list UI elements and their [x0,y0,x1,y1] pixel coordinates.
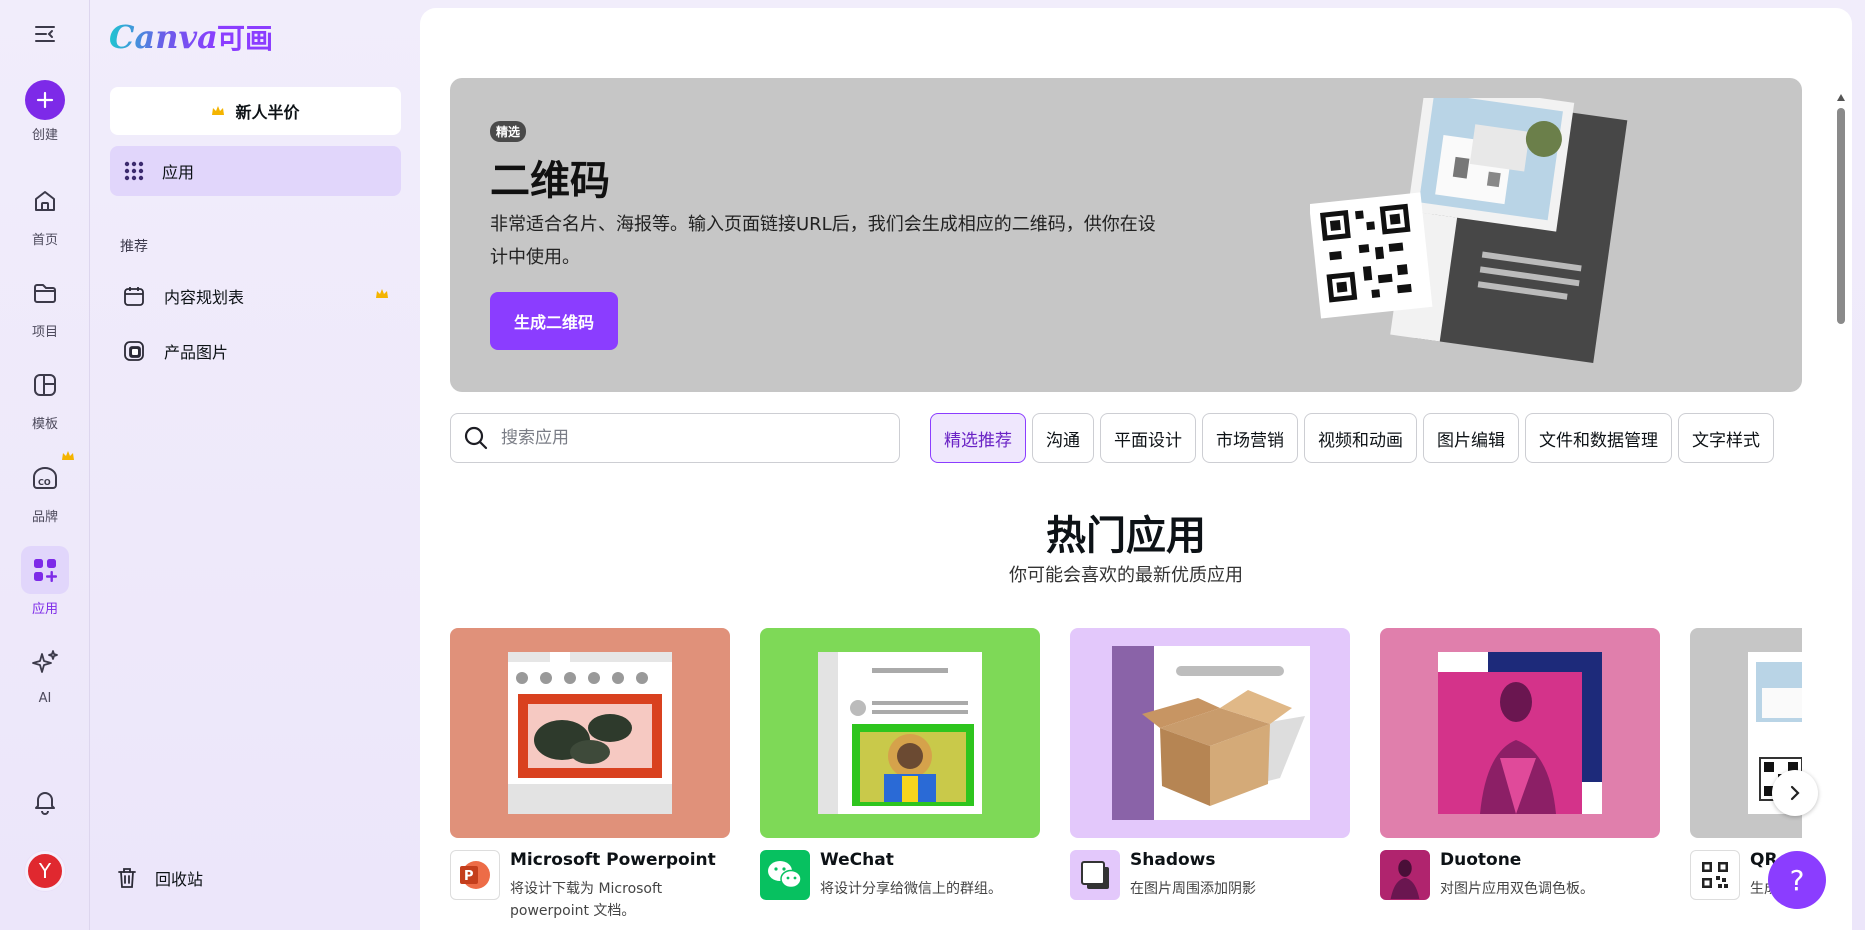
crown-icon [62,451,74,460]
app-card-shadows[interactable]: Shadows 在图片周围添加阴影 [1070,628,1350,930]
panel-item-label: 内容规划表 [164,288,245,307]
featured-badge: 精选 [490,121,527,142]
app-thumbnail [760,628,1040,838]
collapse-sidebar-icon[interactable] [33,22,57,46]
main-content: 精选 二维码 非常适合名片、海报等。输入页面链接URL后，我们会生成相应的二维码… [420,8,1852,930]
rail-label-brand: 品牌 [31,510,58,525]
chip-graphic-design[interactable]: 平面设计 [1100,413,1196,463]
hero-title: 二维码 [490,158,610,204]
template-icon [21,361,69,409]
carousel-next-button[interactable] [1772,770,1818,816]
create-label: 创建 [31,128,58,143]
rail-item-projects[interactable]: 项目 [19,269,71,340]
create-button[interactable]: 创建 [19,76,71,143]
app-name: Shadows [1130,850,1216,870]
sparkle-icon [21,639,69,687]
app-name: Duotone [1440,850,1522,870]
rail-label-apps: 应用 [31,602,58,617]
folder-icon [21,269,69,317]
rail-label-templates: 模板 [31,417,58,432]
section-subtitle: 你可能会喜欢的最新优质应用 [1009,565,1243,586]
chip-marketing[interactable]: 市场营销 [1202,413,1298,463]
app-thumbnail [1380,628,1660,838]
trash-button[interactable]: 回收站 [115,866,203,890]
calendar-icon [124,287,144,306]
app-name: Microsoft Powerpoint [510,850,716,870]
category-chips: 精选推荐 沟通 平面设计 市场营销 视频和动画 图片编辑 文件和数据管理 文字样… [930,413,1774,463]
search-icon [464,426,488,450]
rail-item-apps[interactable]: 应用 [19,546,71,617]
recommended-heading: 推荐 [120,239,148,255]
promo-label: 新人半价 [235,103,300,122]
canva-logo[interactable]: Canva 可画 [109,12,299,60]
app-thumbnail [1070,628,1350,838]
apps-panel: Canva 可画 新人半价 应用 推荐 内容规划表 产品图片 回收站 [91,0,420,930]
svg-text:CO: CO [38,478,51,487]
qr-card-illustration [1310,98,1628,364]
bell-icon [21,777,69,825]
rail-label-projects: 项目 [31,325,58,340]
panel-item-apps-label: 应用 [162,163,195,182]
chip-communication[interactable]: 沟通 [1032,413,1094,463]
rail-item-brand[interactable]: CO 品牌 [19,451,74,525]
app-description: 将设计下载为 Microsoft powerpoint 文档。 [510,881,663,919]
crown-icon [212,106,225,115]
rail-label-home: 首页 [31,233,58,248]
featured-banner: 精选 二维码 非常适合名片、海报等。输入页面链接URL后，我们会生成相应的二维码… [450,78,1802,392]
chevron-right-icon [1790,785,1800,801]
app-card-duotone[interactable]: Duotone 对图片应用双色调色板。 [1380,628,1660,930]
app-thumbnail [450,628,730,838]
rail-item-home[interactable]: 首页 [19,177,71,248]
rail-item-templates[interactable]: 模板 [19,361,71,432]
rail-label-ai: AI [38,691,52,706]
section-title: 热门应用 [1046,513,1206,559]
search-input[interactable] [501,428,861,448]
app-description: 对图片应用双色调色板。 [1440,881,1594,897]
qr-code-icon [1690,850,1740,900]
trash-icon [118,868,136,888]
rail-item-ai[interactable]: AI [19,639,71,706]
app-description: 在图片周围添加阴影 [1130,881,1256,897]
promo-button[interactable]: 新人半价 [110,87,401,135]
logo-text: Canva [109,18,218,56]
notifications-button[interactable] [19,777,71,825]
chip-text-styles[interactable]: 文字样式 [1678,413,1774,463]
chip-featured[interactable]: 精选推荐 [930,413,1026,463]
app-card-powerpoint[interactable]: P Microsoft Powerpoint 将设计下载为 Microsoft … [450,628,730,930]
crown-icon [376,289,388,298]
chip-photo-editing[interactable]: 图片编辑 [1423,413,1519,463]
app-description: 将设计分享给微信上的群组。 [820,881,1002,897]
chip-video-animation[interactable]: 视频和动画 [1304,413,1417,463]
avatar[interactable]: Y [25,851,65,891]
scroll-up-arrow[interactable] [1836,88,1846,107]
shadows-icon [1070,850,1120,900]
svg-text:P: P [464,869,474,884]
chip-file-data[interactable]: 文件和数据管理 [1525,413,1672,463]
trash-label: 回收站 [155,870,204,889]
help-button[interactable]: ? [1768,851,1826,909]
generate-qr-button[interactable]: 生成二维码 [490,292,618,350]
panel-item-apps[interactable]: 应用 [110,146,401,196]
duotone-icon [1380,850,1430,900]
hero-description: 非常适合名片、海报等。输入页面链接URL后，我们会生成相应的二维码，供你在设计中… [490,214,1156,268]
logo-cn-text: 可画 [217,22,273,55]
wechat-icon [760,850,810,900]
home-icon [21,177,69,225]
grid-icon [124,161,144,181]
left-rail: 创建 首页 项目 模板 CO 品牌 应用 AI Y [0,0,90,930]
app-card-wechat[interactable]: WeChat 将设计分享给微信上的群组。 [760,628,1040,930]
panel-item-content-planner[interactable]: 内容规划表 [110,274,401,318]
apps-icon [21,546,69,594]
search-bar[interactable] [450,413,900,463]
brand-icon: CO [21,451,74,502]
scrollbar-thumb[interactable] [1837,108,1845,324]
popular-apps-carousel: P Microsoft Powerpoint 将设计下载为 Microsoft … [450,628,1802,930]
panel-item-label: 产品图片 [164,343,229,362]
powerpoint-icon: P [450,850,500,900]
panel-item-product-photos[interactable]: 产品图片 [110,329,401,373]
app-name: WeChat [820,850,894,870]
plus-icon [25,80,65,120]
product-photo-icon [124,341,144,361]
